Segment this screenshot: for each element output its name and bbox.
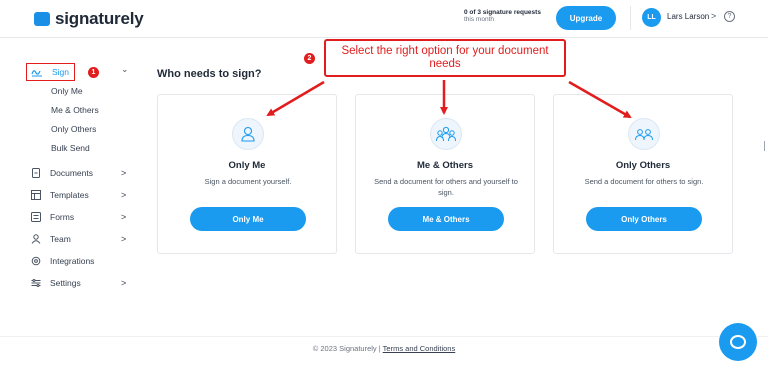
sidebar-subitem-only-others[interactable]: Only Others — [51, 124, 96, 134]
step-badge-2: 2 — [304, 53, 315, 64]
chat-icon — [730, 335, 746, 349]
chevron-right-icon: > — [121, 234, 127, 244]
card-title: Only Others — [615, 160, 671, 171]
sidebar-subitem-bulk-send[interactable]: Bulk Send — [51, 143, 90, 153]
card-description: Send a document for others to sign. — [584, 177, 704, 186]
sidebar-item-integrations[interactable]: Integrations — [31, 256, 94, 266]
option-card-only-others[interactable]: Only Others Send a document for others t… — [553, 94, 733, 254]
terms-link[interactable]: Terms and Conditions — [383, 344, 456, 353]
integrations-icon — [31, 256, 41, 266]
sidebar-item-label: Team — [50, 234, 71, 244]
upgrade-button[interactable]: Upgrade — [556, 6, 616, 30]
avatar[interactable]: LL — [642, 8, 661, 27]
sidebar-subitem-me-and-others[interactable]: Me & Others — [51, 105, 99, 115]
document-icon — [32, 168, 40, 178]
option-card-me-and-others[interactable]: Me & Others Send a document for others a… — [355, 94, 535, 254]
annotation-callout: Select the right option for your documen… — [324, 39, 566, 77]
chevron-down-icon[interactable]: ⌄ — [121, 64, 129, 75]
step-badge-1: 1 — [88, 67, 99, 78]
logo-text: signaturely — [55, 9, 144, 28]
requests-period: this month — [464, 16, 494, 23]
chevron-right-icon: > — [121, 212, 127, 222]
user-name[interactable]: Lars Larson — [667, 12, 709, 21]
templates-icon — [31, 190, 41, 200]
sidebar-item-forms[interactable]: Forms — [31, 212, 74, 222]
forms-icon — [31, 212, 41, 222]
person-icon — [232, 118, 264, 150]
card-title: Me & Others — [417, 160, 473, 171]
chevron-right-icon: > — [121, 168, 127, 178]
chevron-right-icon: > — [121, 278, 127, 288]
sidebar-item-team[interactable]: Team — [31, 234, 71, 244]
help-icon[interactable]: ? — [724, 11, 735, 22]
user-menu-chevron-icon[interactable]: > — [711, 11, 716, 21]
others-icon — [628, 118, 660, 150]
sidebar-item-label: Integrations — [50, 256, 95, 266]
signature-requests-counter: 0 of 3 signature requests this month — [464, 9, 554, 23]
only-me-button[interactable]: Only Me — [190, 207, 306, 231]
sidebar-item-label: Documents — [50, 168, 93, 178]
chat-button[interactable] — [719, 323, 757, 361]
sign-icon — [31, 70, 42, 77]
chevron-right-icon: > — [121, 190, 127, 200]
sidebar-subitem-only-me[interactable]: Only Me — [51, 86, 83, 96]
team-icon — [31, 234, 41, 244]
header-divider — [630, 6, 631, 30]
only-others-button[interactable]: Only Others — [586, 207, 702, 231]
page-title: Who needs to sign? — [157, 68, 262, 80]
card-title: Only Me — [228, 160, 266, 171]
sidebar-item-settings[interactable]: Settings — [31, 278, 81, 288]
logo-icon — [34, 12, 50, 26]
signaturely-logo[interactable]: signaturely — [34, 9, 144, 29]
sidebar-item-label: Sign — [52, 67, 70, 77]
me-and-others-button[interactable]: Me & Others — [388, 207, 504, 231]
sidebar-item-label: Settings — [50, 278, 81, 288]
group-icon — [430, 118, 462, 150]
option-card-only-me[interactable]: Only Me Sign a document yourself. Only M… — [157, 94, 337, 254]
footer: © 2023 Signaturely | Terms and Condition… — [0, 344, 768, 353]
sidebar-item-documents[interactable]: Documents — [31, 168, 93, 178]
footer-copyright: © 2023 Signaturely | — [312, 344, 383, 353]
sidebar-item-sign[interactable]: Sign — [31, 67, 69, 77]
settings-icon — [31, 279, 41, 287]
sidebar-item-label: Templates — [50, 190, 89, 200]
footer-divider — [0, 336, 768, 337]
top-header: signaturely 0 of 3 signature requests th… — [0, 0, 768, 38]
sidebar-item-label: Forms — [50, 212, 75, 222]
sidebar-item-templates[interactable]: Templates — [31, 190, 89, 200]
card-description: Send a document for others and yourself … — [374, 177, 518, 197]
card-description: Sign a document yourself. — [204, 177, 292, 186]
requests-count: 0 of 3 signature requests — [464, 9, 541, 16]
scroll-edge-marker — [764, 141, 765, 151]
